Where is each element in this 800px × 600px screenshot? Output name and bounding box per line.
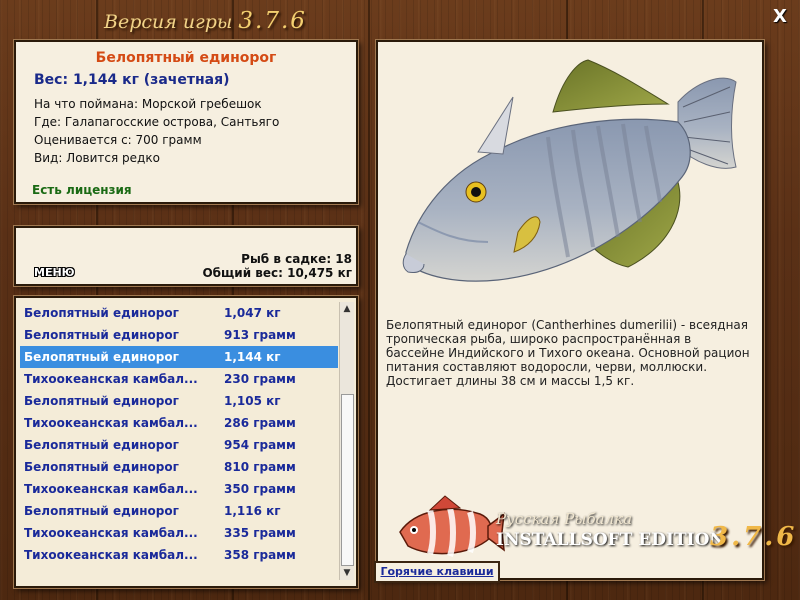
keepnet-stats-panel: МЕНЮ Рыб в садке: 18 Общий вес: 10,475 к…	[14, 226, 358, 286]
catch-fish-weight: 1,105 кг	[224, 394, 281, 408]
window-title: Версия игры 3.7.6	[104, 6, 307, 36]
catch-list-row[interactable]: Тихоокеанская камбал... 286 грамм	[20, 412, 338, 434]
catch-fish-name: Тихоокеанская камбал...	[24, 548, 198, 562]
total-weight: Общий вес: 10,475 кг	[202, 266, 352, 280]
fish-image-panel: Белопятный единорог (Cantherhines dumeri…	[376, 40, 764, 580]
scroll-up-arrow-icon[interactable]: ▲	[340, 302, 354, 316]
catch-location: Где: Галапагосские острова, Сантьяго	[34, 115, 280, 129]
menu-button[interactable]: МЕНЮ	[34, 266, 75, 279]
catch-list-row[interactable]: Белопятный единорог 913 грамм	[20, 324, 338, 346]
catch-fish-weight: 350 грамм	[224, 482, 296, 496]
catch-list: Белопятный единорог 1,047 кг Белопятный ед…	[20, 302, 338, 566]
list-scrollbar[interactable]: ▲ ▼	[339, 302, 354, 580]
scroll-down-arrow-icon[interactable]: ▼	[340, 566, 354, 580]
close-icon: X	[773, 6, 787, 27]
catch-fish-name: Тихоокеанская камбал...	[24, 482, 198, 496]
fish-count: Рыб в садке: 18	[241, 252, 352, 266]
license-status: Есть лицензия	[32, 183, 132, 197]
catch-list-row[interactable]: Тихоокеанская камбал... 230 грамм	[20, 368, 338, 390]
catch-fish-weight: 1,144 кг	[224, 350, 281, 364]
catch-fish-weight: 810 грамм	[224, 460, 296, 474]
wood-seam	[368, 0, 370, 600]
caught-with: На что поймана: Морской гребешок	[34, 97, 262, 111]
logo-version: 3.7.6	[710, 522, 798, 552]
title-prefix: Версия игры	[104, 11, 233, 33]
catch-fish-name: Тихоокеанская камбал...	[24, 526, 198, 540]
fish-info-panel: Белопятный единорог Вес: 1,144 кг (зачет…	[14, 40, 358, 204]
close-button[interactable]: X	[770, 7, 790, 27]
catch-fish-name: Тихоокеанская камбал...	[24, 372, 198, 386]
catch-list-row[interactable]: Тихоокеанская камбал... 350 грамм	[20, 478, 338, 500]
fish-description: Белопятный единорог (Cantherhines dumeri…	[386, 318, 750, 388]
catch-fish-name: Белопятный единорог	[24, 460, 179, 474]
catch-list-row[interactable]: Тихоокеанская камбал... 358 грамм	[20, 544, 338, 566]
catch-fish-weight: 1,047 кг	[224, 306, 281, 320]
hotkeys-button[interactable]: Горячие клавиши	[374, 561, 500, 583]
catch-fish-name: Тихоокеанская камбал...	[24, 416, 198, 430]
catch-list-row[interactable]: Белопятный единорог 954 грамм	[20, 434, 338, 456]
catch-list-row[interactable]: Тихоокеанская камбал... 335 грамм	[20, 522, 338, 544]
catch-fish-weight: 358 грамм	[224, 548, 296, 562]
catch-fish-weight: 1,116 кг	[224, 504, 281, 518]
catch-list-row[interactable]: Белопятный единорог 1,105 кг	[20, 390, 338, 412]
catch-fish-name: Белопятный единорог	[24, 504, 179, 518]
catch-fish-name: Белопятный единорог	[24, 306, 179, 320]
logo-edition: INSTALLSOFT EDITION	[496, 530, 725, 550]
catch-list-row[interactable]: Белопятный единорог 1,116 кг	[20, 500, 338, 522]
logo-title: Русская Рыбалка	[496, 510, 633, 528]
catch-list-panel: Белопятный единорог 1,047 кг Белопятный ед…	[14, 296, 358, 588]
fish-name: Белопятный единорог	[95, 50, 277, 66]
catch-fish-weight: 286 грамм	[224, 416, 296, 430]
catch-fish-weight: 335 грамм	[224, 526, 296, 540]
catch-list-row[interactable]: Белопятный единорог 1,047 кг	[20, 302, 338, 324]
fish-weight: Вес: 1,144 кг (зачетная)	[34, 72, 230, 88]
catch-rarity: Вид: Ловится редко	[34, 151, 160, 165]
catch-fish-name: Белопятный единорог	[24, 394, 179, 408]
catch-list-row[interactable]: Белопятный единорог 1,144 кг	[20, 346, 338, 368]
catch-fish-weight: 954 грамм	[224, 438, 296, 452]
catch-fish-name: Белопятный единорог	[24, 328, 179, 342]
catch-fish-weight: 913 грамм	[224, 328, 296, 342]
scroll-thumb[interactable]	[341, 394, 354, 566]
fish-illustration	[402, 59, 737, 282]
catch-list-row[interactable]: Белопятный единорог 810 грамм	[20, 456, 338, 478]
catch-fish-name: Белопятный единорог	[24, 438, 179, 452]
catch-fish-name: Белопятный единорог	[24, 350, 179, 364]
catch-fish-weight: 230 грамм	[224, 372, 296, 386]
valued-from: Оценивается с: 700 грамм	[34, 133, 202, 147]
title-version: 3.7.6	[238, 8, 307, 34]
